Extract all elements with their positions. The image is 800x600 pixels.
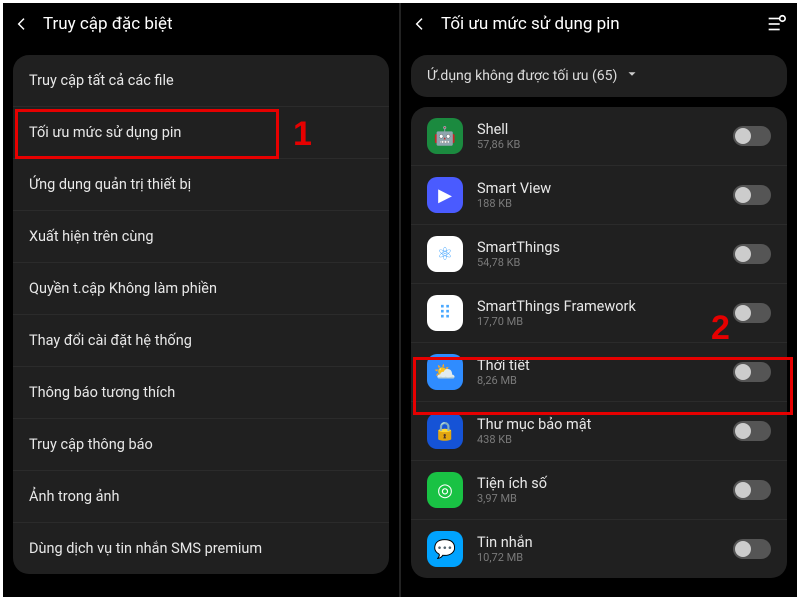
app-icon: 🤖 [427, 118, 463, 154]
row-label: Thay đổi cài đặt hệ thống [29, 332, 192, 349]
optimize-toggle[interactable] [733, 303, 771, 323]
app-icon: ▶ [427, 177, 463, 213]
header-right: Tối ưu mức sử dụng pin [401, 3, 797, 45]
app-icon: ⠿ [427, 295, 463, 331]
row-notif-access[interactable]: Truy cập thông báo [13, 419, 389, 471]
chevron-down-icon [625, 67, 639, 85]
filter-label: Ứ.dụng không được tối ưu (65) [427, 68, 617, 84]
app-size: 188 KB [477, 197, 733, 210]
optimize-toggle[interactable] [733, 539, 771, 559]
page-title-left: Truy cập đặc biệt [43, 14, 389, 34]
app-size: 10,72 MB [477, 551, 733, 564]
app-icon: 💬 [427, 531, 463, 567]
app-size: 57,86 KB [477, 138, 733, 151]
row-label: Tối ưu mức sử dụng pin [29, 124, 181, 141]
row-label: Dùng dịch vụ tin nhắn SMS premium [29, 540, 262, 557]
app-size: 3,97 MB [477, 492, 733, 505]
app-name: Thời tiết [477, 357, 733, 374]
app-name: Smart View [477, 180, 733, 197]
battery-optimize-screen: Tối ưu mức sử dụng pin Ứ.dụng không được… [401, 3, 797, 597]
row-all-files[interactable]: Truy cập tất cả các file [13, 55, 389, 107]
app-icon: ⚛ [427, 236, 463, 272]
special-access-list: Truy cập tất cả các file Tối ưu mức sử d… [13, 55, 389, 574]
special-access-screen: Truy cập đặc biệt Truy cập tất cả các fi… [3, 3, 401, 597]
row-premium-sms[interactable]: Dùng dịch vụ tin nhắn SMS premium [13, 523, 389, 574]
app-icon: ◎ [427, 472, 463, 508]
row-label: Ứng dụng quản trị thiết bị [29, 176, 191, 193]
row-label: Ảnh trong ảnh [29, 488, 119, 505]
app-row[interactable]: ◎ Tiện ích số3,97 MB [411, 461, 787, 520]
app-row[interactable]: ▶ Smart View188 KB [411, 166, 787, 225]
search-menu-icon[interactable] [765, 13, 787, 35]
app-name: SmartThings Framework [477, 298, 733, 315]
app-row[interactable]: 🤖 Shell57,86 KB [411, 107, 787, 166]
app-row[interactable]: ⠿ SmartThings Framework17,70 MB [411, 284, 787, 343]
app-list: 🤖 Shell57,86 KB ▶ Smart View188 KB ⚛ SmartThi… [411, 107, 787, 578]
optimize-toggle[interactable] [733, 244, 771, 264]
app-icon: 🔒 [427, 413, 463, 449]
app-row[interactable]: 💬 Tin nhắn10,72 MB [411, 520, 787, 578]
app-size: 54,78 KB [477, 256, 733, 269]
row-dnd-access[interactable]: Quyền t.cập Không làm phiền [13, 263, 389, 315]
app-name: Tin nhắn [477, 534, 733, 551]
optimize-toggle[interactable] [733, 421, 771, 441]
row-compat-notif[interactable]: Thông báo tương thích [13, 367, 389, 419]
header-left: Truy cập đặc biệt [3, 3, 399, 45]
app-name: Tiện ích số [477, 475, 733, 492]
row-pip[interactable]: Ảnh trong ảnh [13, 471, 389, 523]
app-size: 438 KB [477, 433, 733, 446]
annotation-label-2: 2 [711, 309, 730, 348]
row-label: Xuất hiện trên cùng [29, 228, 154, 245]
app-row[interactable]: 🔒 Thư mục bảo mật438 KB [411, 402, 787, 461]
filter-dropdown[interactable]: Ứ.dụng không được tối ưu (65) [411, 55, 787, 97]
app-row[interactable]: ⛅ Thời tiết8,26 MB [411, 343, 787, 402]
optimize-toggle[interactable] [733, 480, 771, 500]
row-modify-system[interactable]: Thay đổi cài đặt hệ thống [13, 315, 389, 367]
app-name: Shell [477, 121, 733, 138]
optimize-toggle[interactable] [733, 126, 771, 146]
row-label: Truy cập tất cả các file [29, 72, 174, 89]
row-label: Truy cập thông báo [29, 436, 153, 453]
row-device-admin[interactable]: Ứng dụng quản trị thiết bị [13, 159, 389, 211]
page-title-right: Tối ưu mức sử dụng pin [441, 14, 765, 34]
back-icon[interactable] [411, 15, 429, 33]
row-label: Thông báo tương thích [29, 384, 175, 401]
back-icon[interactable] [13, 15, 31, 33]
app-size: 8,26 MB [477, 374, 733, 387]
optimize-toggle[interactable] [733, 185, 771, 205]
row-label: Quyền t.cập Không làm phiền [29, 280, 217, 297]
app-icon: ⛅ [427, 354, 463, 390]
app-size: 17,70 MB [477, 315, 733, 328]
app-name: Thư mục bảo mật [477, 416, 733, 433]
app-name: SmartThings [477, 239, 733, 256]
annotation-label-1: 1 [293, 115, 312, 154]
row-battery-optimize[interactable]: Tối ưu mức sử dụng pin [13, 107, 389, 159]
app-row[interactable]: ⚛ SmartThings54,78 KB [411, 225, 787, 284]
row-draw-over[interactable]: Xuất hiện trên cùng [13, 211, 389, 263]
optimize-toggle[interactable] [733, 362, 771, 382]
